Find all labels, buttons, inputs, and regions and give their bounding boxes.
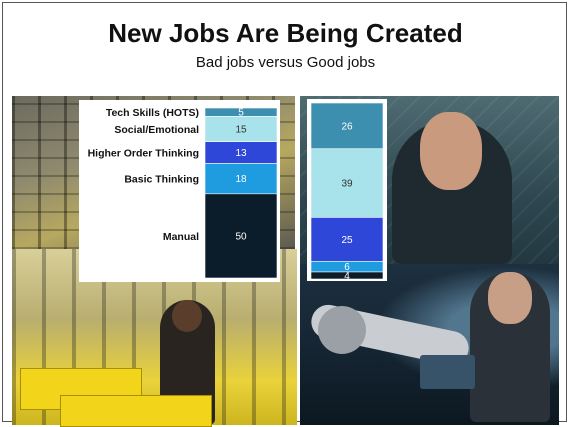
category-label: Social/Emotional: [114, 124, 199, 136]
data-label: 26: [341, 121, 353, 132]
chart-good-jobs: 26 39 25 6 4: [307, 99, 387, 282]
monitor: [420, 355, 475, 389]
slide-title: New Jobs Are Being Created: [108, 18, 463, 48]
data-label: 50: [235, 231, 247, 242]
chart-bad-jobs-svg: 5Tech Skills (HOTS)15Social/Emotional13H…: [88, 107, 278, 279]
category-label: Basic Thinking: [124, 174, 199, 186]
chart-good-jobs-svg: 26392564: [310, 102, 384, 282]
category-label: Tech Skills (HOTS): [106, 107, 199, 119]
engineer-head: [488, 272, 532, 324]
robot-joint: [318, 306, 366, 354]
category-label: Manual: [163, 231, 199, 243]
data-label: 15: [235, 125, 247, 136]
chart-bad-jobs: 5 Tech Skills (HOTS) 15 Social/Emotional 13 H…: [79, 100, 280, 282]
worker-head: [172, 300, 202, 332]
category-label: Higher Order Thinking: [88, 148, 199, 160]
slide-subtitle: Bad jobs versus Good jobs: [195, 54, 376, 71]
slide: New Jobs Are Being Created Bad jobs vers…: [0, 0, 571, 427]
data-label: 25: [341, 235, 353, 246]
data-label: 4: [344, 271, 350, 281]
data-label: 18: [235, 174, 247, 185]
data-label: 13: [235, 148, 247, 159]
thinking-man-head: [420, 112, 482, 190]
yellow-bin: [60, 395, 212, 427]
data-label: 39: [341, 179, 353, 190]
